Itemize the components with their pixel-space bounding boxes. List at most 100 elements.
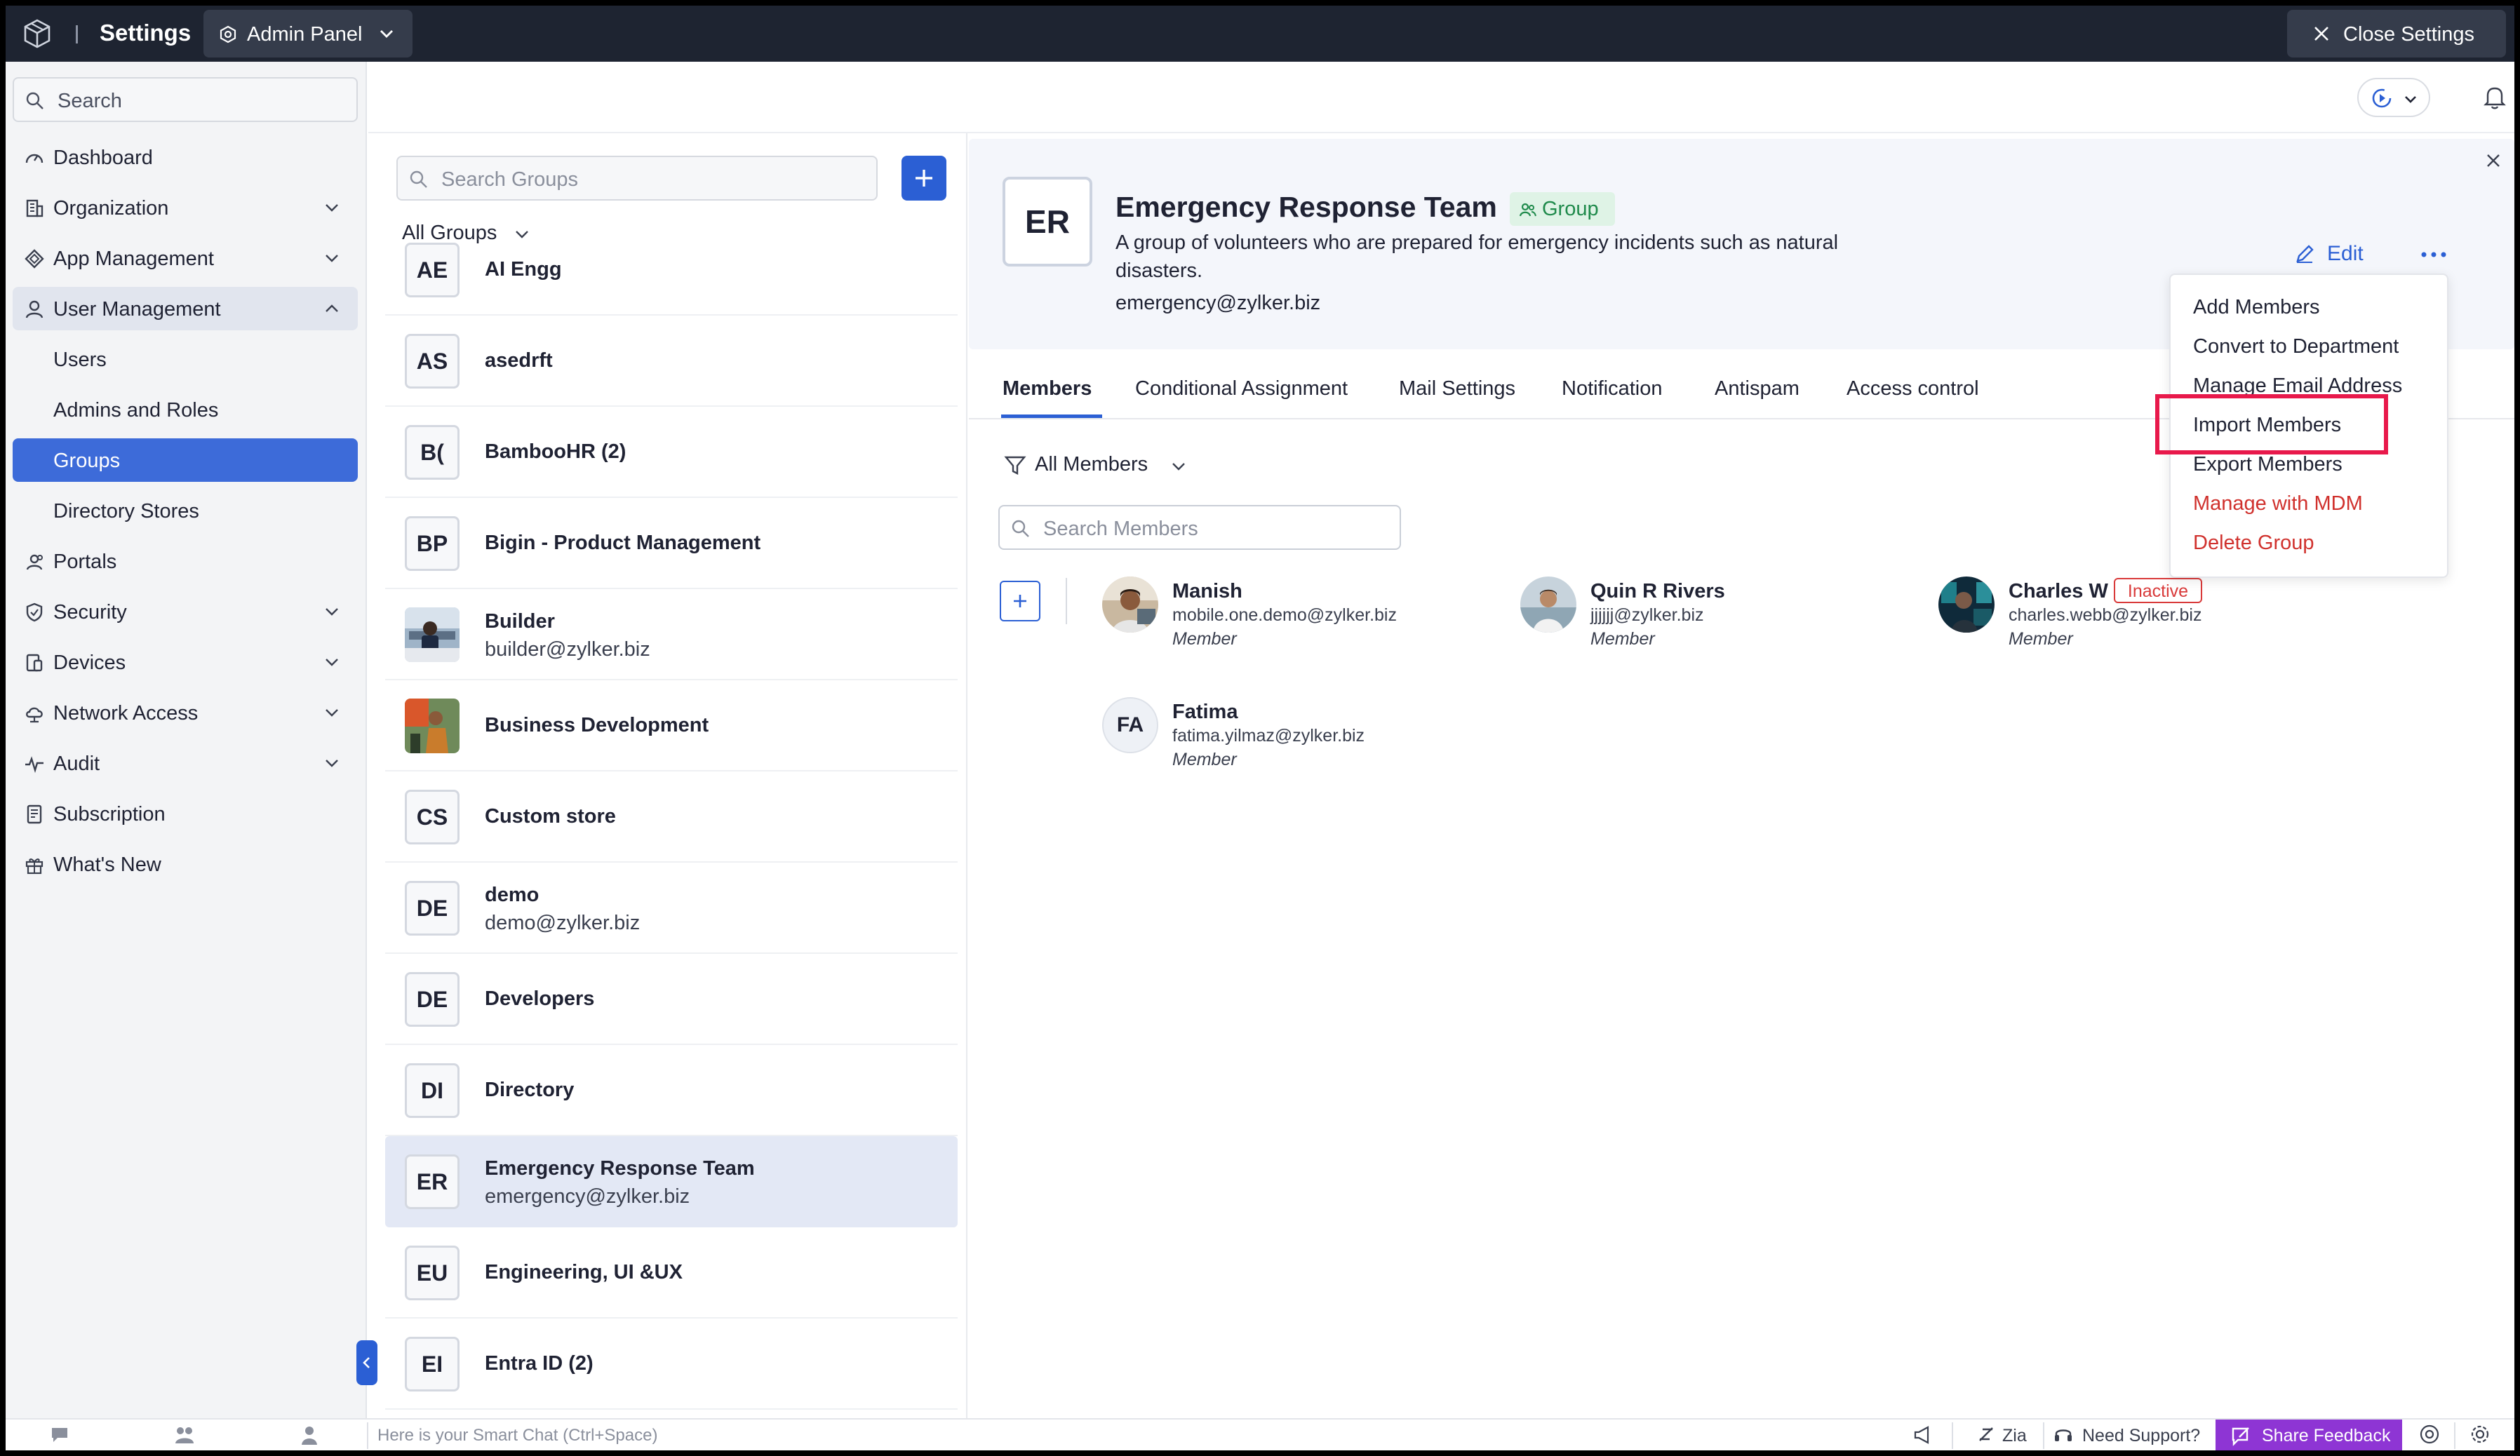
sidebar-item-directory-stores[interactable]: Directory Stores [13, 489, 358, 532]
group-avatar: BP [405, 516, 460, 571]
top-bar: Settings Admin Panel Close Settings [6, 6, 2514, 62]
channels-icon[interactable] [174, 1424, 195, 1445]
bell-icon[interactable] [2481, 83, 2509, 111]
sidebar-item-audit[interactable]: Audit [13, 741, 358, 785]
close-panel-icon[interactable] [2483, 150, 2504, 171]
tab-notification[interactable]: Notification [1562, 376, 1662, 401]
tab-members[interactable]: Members [1003, 376, 1092, 401]
need-support-label[interactable]: Need Support? [2082, 1425, 2200, 1446]
sidebar-search-input[interactable]: Search [13, 77, 358, 122]
tab-antispam[interactable]: Antispam [1715, 376, 1799, 401]
sidebar-item-portals[interactable]: Portals [13, 539, 358, 583]
search-icon [410, 170, 427, 188]
sidebar-item-label: Directory Stores [53, 500, 199, 523]
add-member-button[interactable] [1000, 581, 1040, 621]
chevron-up-icon [326, 304, 338, 312]
add-group-button[interactable] [902, 156, 946, 201]
tab-mail-settings[interactable]: Mail Settings [1399, 376, 1515, 401]
chat-icon[interactable] [49, 1424, 70, 1445]
search-groups-input[interactable]: Search Groups [396, 156, 878, 201]
zia-label[interactable]: Zia [2002, 1425, 2027, 1446]
search-members-input[interactable]: Search Members [998, 505, 1401, 550]
headset-icon[interactable] [2053, 1424, 2074, 1445]
member-card-fatima[interactable]: FA Fatima fatima.yilmaz@zylker.biz Membe… [1102, 697, 1495, 774]
tab-conditional-assignment[interactable]: Conditional Assignment [1135, 376, 1348, 401]
avatar: FA [1102, 697, 1158, 753]
member-email: jjjjjj@zylker.biz [1590, 605, 1704, 625]
member-card-quin-r-rivers[interactable]: Quin R Rivers jjjjjj@zylker.biz Member [1520, 577, 1913, 654]
group-detail-avatar: ER [1003, 177, 1092, 267]
menu-item-delete-group[interactable]: Delete Group [2193, 530, 2314, 555]
sidebar-item-user-management[interactable]: User Management [13, 287, 358, 330]
sidebar-item-subscription[interactable]: Subscription [13, 792, 358, 835]
settings-gear-icon[interactable] [2469, 1424, 2491, 1445]
share-feedback-button[interactable]: Share Feedback [2216, 1420, 2402, 1450]
menu-item-export-members[interactable]: Export Members [2193, 452, 2343, 477]
more-options-icon[interactable] [2417, 244, 2451, 265]
group-type-badge: Group [1510, 192, 1615, 226]
sidebar-item-security[interactable]: Security [13, 590, 358, 633]
sidebar-item-admins-and-roles[interactable]: Admins and Roles [13, 388, 358, 431]
members-filter[interactable]: All Members [1004, 450, 1186, 478]
sidebar-item-app-management[interactable]: App Management [13, 236, 358, 280]
zia-icon[interactable] [1976, 1424, 1997, 1445]
member-name: Quin R Rivers [1590, 580, 1725, 602]
group-row-business-development[interactable]: Business Development [385, 680, 958, 771]
sidebar: Search Dashboard Organization App Manage… [6, 62, 367, 1418]
sidebar-item-label: Organization [53, 197, 169, 220]
group-row-ai-engg[interactable]: AE AI Engg [385, 224, 958, 316]
group-title: Emergency Response Team [1115, 191, 1497, 223]
group-name: Custom store [485, 805, 616, 828]
group-row-asedrft[interactable]: AS asedrft [385, 316, 958, 407]
smart-chat-input[interactable]: Here is your Smart Chat (Ctrl+Space) [377, 1425, 657, 1446]
group-row-directory[interactable]: DI Directory [385, 1045, 958, 1136]
edit-group-button[interactable]: Edit [2293, 238, 2385, 269]
sidebar-item-dashboard[interactable]: Dashboard [13, 135, 358, 179]
contacts-icon[interactable] [299, 1424, 320, 1445]
avatar [1102, 577, 1158, 633]
sidebar-item-whats-new[interactable]: What's New [13, 842, 358, 886]
sidebar-item-label: Users [53, 349, 107, 371]
divider [2454, 1422, 2455, 1449]
chevron-down-icon [326, 608, 338, 616]
member-card-manish[interactable]: Manish mobile.one.demo@zylker.biz Member [1102, 577, 1495, 654]
group-row-custom-store[interactable]: CS Custom store [385, 771, 958, 863]
group-row-entra-id[interactable]: EI Entra ID (2) [385, 1319, 958, 1410]
member-role: Member [1172, 750, 1237, 769]
cube-logo-icon[interactable] [21, 18, 53, 50]
menu-item-add-members[interactable]: Add Members [2193, 295, 2320, 320]
group-row-engineering-ui-ux[interactable]: EU Engineering, UI &UX [385, 1227, 958, 1319]
menu-item-manage-with-mdm[interactable]: Manage with MDM [2193, 491, 2363, 516]
admin-panel-switcher[interactable]: Admin Panel [203, 10, 413, 58]
member-card-charles-w[interactable]: Charles W Inactive charles.webb@zylker.b… [1938, 577, 2331, 654]
title-divider [76, 25, 78, 43]
sidebar-item-network-access[interactable]: Network Access [13, 691, 358, 734]
tab-access-control[interactable]: Access control [1847, 376, 1979, 401]
group-row-emergency-response-team[interactable]: ER Emergency Response Team emergency@zyl… [385, 1136, 958, 1227]
sidebar-item-devices[interactable]: Devices [13, 640, 358, 684]
group-email: demo@zylker.biz [485, 912, 641, 934]
group-row-developers[interactable]: DE Developers [385, 954, 958, 1045]
filter-icon [1004, 456, 1026, 475]
gift-icon [25, 858, 43, 875]
close-settings-button[interactable]: Close Settings [2287, 10, 2506, 58]
chevron-down-icon [1172, 463, 1185, 471]
collapse-sidebar-button[interactable] [356, 1340, 377, 1385]
sidebar-item-users[interactable]: Users [13, 337, 358, 381]
group-row-builder[interactable]: Builder builder@zylker.biz [385, 589, 958, 680]
close-icon [2314, 27, 2328, 41]
share-feedback-label: Share Feedback [2262, 1426, 2391, 1445]
sidebar-item-organization[interactable]: Organization [13, 186, 358, 229]
at-mention-icon[interactable] [2419, 1424, 2440, 1445]
search-groups-placeholder: Search Groups [441, 168, 579, 191]
group-row-demo[interactable]: DE demo demo@zylker.biz [385, 863, 958, 954]
announcement-icon[interactable] [1912, 1424, 1933, 1445]
activity-switcher[interactable] [2357, 78, 2430, 117]
menu-item-convert-to-department[interactable]: Convert to Department [2193, 334, 2399, 359]
group-row-bigin-product-management[interactable]: BP Bigin - Product Management [385, 498, 958, 589]
group-name: demo [485, 884, 539, 906]
group-avatar: B( [405, 425, 460, 480]
group-row-bamboohr[interactable]: B( BambooHR (2) [385, 407, 958, 498]
chevron-down-icon [380, 30, 393, 38]
sidebar-item-groups[interactable]: Groups [13, 438, 358, 482]
